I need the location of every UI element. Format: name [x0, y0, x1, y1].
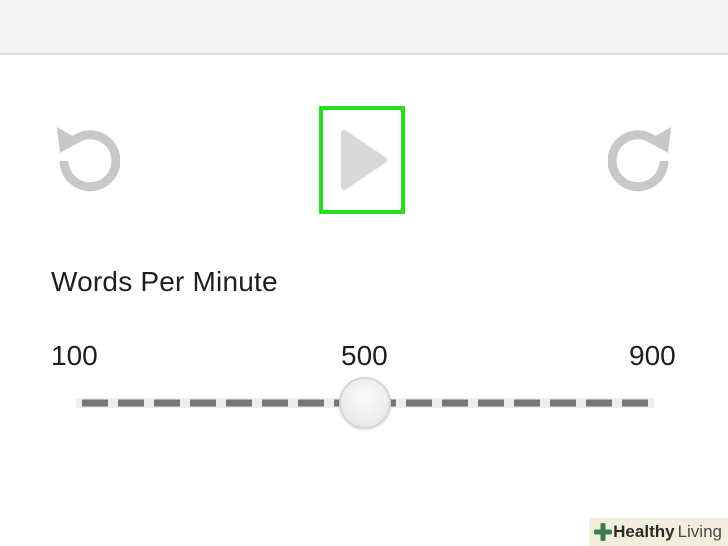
- speed-slider-thumb[interactable]: [339, 377, 391, 429]
- play-icon: [341, 130, 387, 190]
- rotate-ccw-icon: [57, 127, 120, 192]
- watermark: Healthy Living: [589, 518, 728, 546]
- forward-button[interactable]: [608, 120, 680, 198]
- rotate-cw-icon: [608, 127, 671, 192]
- top-bar: [0, 0, 728, 55]
- rewind-button[interactable]: [48, 120, 120, 198]
- speed-mid-label: 500: [341, 340, 388, 371]
- play-button[interactable]: [319, 106, 405, 214]
- speed-max-label: 900: [629, 340, 676, 371]
- speed-min-label: 100: [51, 340, 98, 371]
- words-per-minute-label: Words Per Minute: [51, 266, 278, 297]
- plus-icon: [594, 523, 613, 541]
- watermark-light-text: Living: [677, 522, 722, 541]
- watermark-bold-text: Healthy: [613, 522, 675, 541]
